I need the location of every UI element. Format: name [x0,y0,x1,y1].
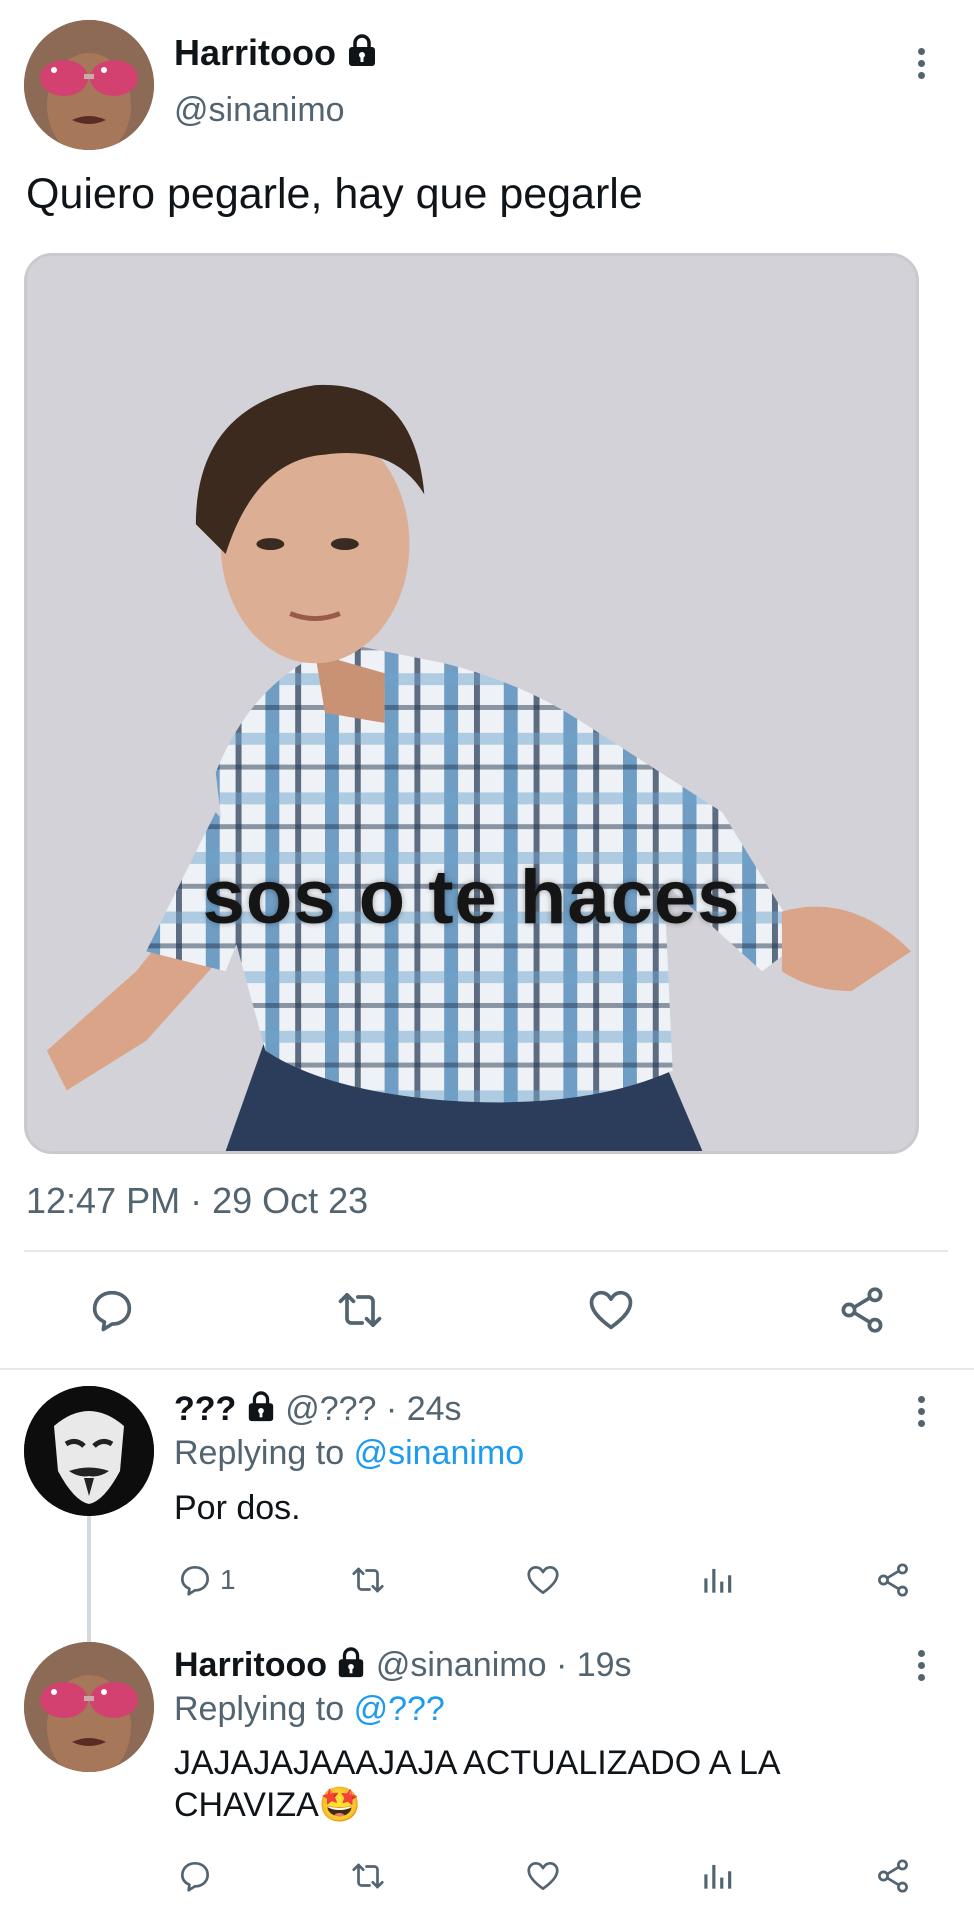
retweet-icon [352,1863,384,1889]
lock-icon [246,1390,276,1432]
author-avatar[interactable] [24,20,154,150]
lock-icon [336,1646,366,1688]
more-options-icon[interactable] [915,1396,927,1432]
avatar-image [24,1386,154,1516]
lock-icon [346,34,378,77]
reply-count: 1 [220,1564,236,1595]
share-icon[interactable] [836,1284,888,1336]
replying-prefix: Replying to [174,1434,345,1472]
like-icon[interactable] [585,1284,637,1336]
replying-mention[interactable]: @??? [354,1690,445,1728]
reply-button[interactable]: 1 [176,1560,236,1600]
reply-author-handle[interactable]: @??? [285,1390,376,1428]
main-tweet: Harritooo @sinanimo Quiero pegarle, hay … [0,0,974,1370]
reply-time: · 19s [555,1646,632,1684]
analytics-icon [704,1864,732,1889]
thread-line [87,1515,91,1645]
reply-author-name[interactable]: Harritooo [174,1646,327,1684]
reply-icon [180,1565,210,1596]
like-button[interactable] [524,1560,562,1600]
replying-prefix: Replying to [174,1690,345,1728]
like-icon [527,1565,559,1595]
share-button[interactable] [874,1856,912,1896]
retweet-button[interactable] [349,1560,387,1600]
like-button[interactable] [524,1856,562,1896]
retweet-button[interactable] [349,1856,387,1896]
analytics-button[interactable] [698,1856,736,1896]
more-options-icon[interactable] [915,48,927,84]
analytics-button[interactable] [698,1560,736,1600]
reply-text: Por dos. [174,1489,301,1527]
analytics-icon [704,1568,732,1593]
reply-header: Harritooo @sinanimo · 19s [174,1646,632,1688]
reply-icon[interactable] [86,1284,138,1336]
tweet-text: Quiero pegarle, hay que pegarle [26,170,643,218]
reply-text: JAJAJAJAAAJAJA ACTUALIZADO A LA CHAVIZA🤩 [174,1742,781,1826]
retweet-icon[interactable] [334,1284,386,1336]
section-divider [0,1368,974,1370]
meme-photo [27,256,916,1151]
author-handle[interactable]: @sinanimo [174,91,345,130]
reply-icon [180,1861,210,1892]
avatar-image [24,1642,154,1772]
author-name-text: Harritooo [174,32,336,73]
avatar-image [24,20,154,150]
reply-author-avatar[interactable] [24,1386,154,1516]
reply-text-line: CHAVIZA🤩 [174,1786,362,1824]
like-icon [527,1861,559,1891]
reply-text-line: JAJAJAJAAAJAJA ACTUALIZADO A LA [174,1744,781,1782]
share-icon [878,1563,908,1597]
tweet-media-image[interactable]: sos o te haces [24,253,919,1154]
share-icon [878,1859,908,1893]
retweet-icon [352,1567,384,1593]
replying-to: Replying to @??? [174,1690,445,1729]
reply-author-avatar[interactable] [24,1642,154,1772]
divider [24,1250,948,1252]
reply-header: ??? @??? · 24s [174,1390,462,1432]
reply-author-name[interactable]: ??? [174,1390,236,1428]
replying-mention[interactable]: @sinanimo [354,1434,525,1472]
replying-to: Replying to @sinanimo [174,1434,524,1473]
meme-caption: sos o te haces [202,855,741,940]
reply-button[interactable] [176,1856,214,1896]
reply-author-handle[interactable]: @sinanimo [376,1646,547,1684]
share-button[interactable] [874,1560,912,1600]
tweet-timestamp[interactable]: 12:47 PM · 29 Oct 23 [26,1180,368,1222]
reply-time: · 24s [385,1390,462,1428]
author-name[interactable]: Harritooo [174,32,378,77]
more-options-icon[interactable] [915,1650,927,1686]
